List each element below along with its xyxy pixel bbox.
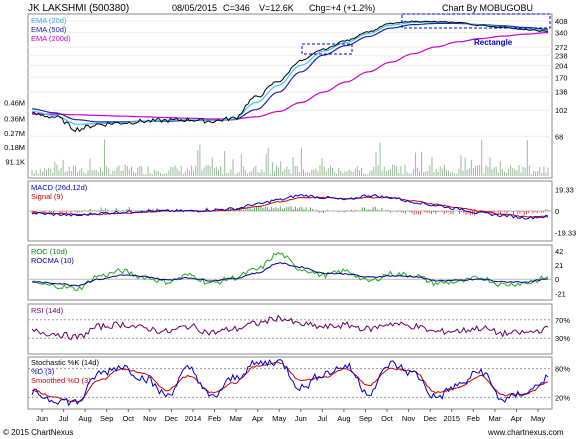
- stock-chart: JK LAKSHMI (500380) 08/05/2015 C=346 V=1…: [0, 0, 584, 439]
- stochastic-panel: Stochastic %K (14d) %D (3) Smoothed %D (…: [27, 356, 570, 410]
- x-tick-label: Nov: [402, 414, 416, 423]
- volume-y-tick: 0.27M: [4, 129, 25, 138]
- price-y-tick: 170: [555, 73, 568, 82]
- x-tick-label: Feb: [467, 414, 480, 423]
- roc-panel-frame: [27, 244, 553, 301]
- roc-y-tick: 42: [555, 247, 563, 256]
- volume-y-tick: 0.18M: [4, 143, 25, 152]
- legend-stoch-k: Stochastic %K (14d): [31, 358, 99, 367]
- x-tick-label: Sep: [100, 414, 113, 423]
- rsi-y-tick: 30%: [555, 334, 570, 343]
- x-tick-label: Dec: [165, 414, 179, 423]
- price-y-tick: 68: [555, 132, 563, 141]
- legend-macd: MACD (26d,12d): [31, 183, 88, 192]
- x-tick-label: Sep: [359, 414, 372, 423]
- price-y-tick: 340: [555, 29, 568, 38]
- legend-stoch-smoothed: Smoothed %D (3): [31, 376, 91, 385]
- x-tick-label: Dec: [424, 414, 438, 423]
- price-y-tick: 204: [555, 62, 568, 71]
- rsi-panel: RSI (14d) 70% 30%: [27, 303, 570, 355]
- rsi-y-tick: 70%: [555, 316, 570, 325]
- roc-panel: ROC (10d) ROCMA (10) 42 21 0 -21: [27, 244, 566, 301]
- x-tick-label: Nov: [143, 414, 157, 423]
- author-label: Chart By MOBUGOBU: [442, 3, 533, 13]
- price-y-tick: 408: [555, 17, 568, 26]
- stoch-y-tick: 80%: [555, 365, 570, 374]
- legend-ema50: EMA (50d): [31, 25, 67, 34]
- roc-y-tick: 0: [555, 275, 559, 284]
- date-label: 08/05/2015: [172, 3, 217, 13]
- symbol-title: JK LAKSHMI (500380): [28, 3, 129, 14]
- x-tick-label: 2014: [185, 414, 202, 423]
- macd-panel: MACD (26d,12d) Signal (9) 19.33 0 -19.33: [27, 180, 576, 242]
- x-tick-label: Jul: [318, 414, 328, 423]
- price-panel: EMA (20d) EMA (50d) EMA (200d) Rectangle…: [4, 13, 568, 179]
- stoch-y-tick: 20%: [555, 393, 570, 402]
- x-tick-label: Apr: [511, 414, 523, 423]
- x-tick-label: Apr: [252, 414, 264, 423]
- chart-header: JK LAKSHMI (500380) 08/05/2015 C=346 V=1…: [28, 3, 533, 14]
- change-label: Chg=+4 (+1.2%): [309, 3, 375, 13]
- price-legend: EMA (20d) EMA (50d) EMA (200d): [31, 16, 71, 43]
- x-tick-label: May: [531, 414, 545, 423]
- volume-y-tick: 91.1K: [5, 157, 25, 166]
- x-tick-label: Mar: [488, 414, 501, 423]
- x-tick-label: Oct: [381, 414, 394, 423]
- x-tick-label: Mar: [230, 414, 243, 423]
- price-y-tick: 102: [555, 106, 568, 115]
- volume-y-tick: 0.36M: [4, 114, 25, 123]
- rectangle-annotation: Rectangle: [474, 38, 513, 47]
- close-label: C=346: [223, 3, 250, 13]
- volume-label: V=12.6K: [259, 3, 294, 13]
- x-tick-label: Jun: [295, 414, 307, 423]
- legend-signal: Signal (9): [31, 192, 64, 201]
- x-tick-label: Aug: [337, 414, 350, 423]
- roc-y-tick: -21: [555, 289, 566, 298]
- volume-y-tick: 0.46M: [4, 98, 25, 107]
- legend-ema200: EMA (200d): [31, 34, 71, 43]
- price-y-tick: 238: [555, 52, 568, 61]
- x-tick-label: Jun: [36, 414, 48, 423]
- x-tick-label: Aug: [78, 414, 91, 423]
- legend-roc: ROC (10d): [31, 247, 68, 256]
- x-tick-label: May: [272, 414, 286, 423]
- x-tick-label: Feb: [208, 414, 221, 423]
- copyright-label: © 2015 ChartNexus: [3, 428, 73, 437]
- website-label: www.chartnexus.com: [487, 428, 564, 437]
- roc-y-tick: 21: [555, 261, 563, 270]
- stochastic-panel-frame: [27, 356, 553, 410]
- x-tick-label: 2015: [443, 414, 460, 423]
- price-y-tick: 136: [555, 88, 568, 97]
- x-tick-label: Oct: [122, 414, 135, 423]
- macd-y-tick: 19.33: [555, 185, 574, 194]
- legend-stoch-d: %D (3): [31, 367, 55, 376]
- legend-rsi: RSI (14d): [31, 306, 64, 315]
- x-tick-label: Jul: [59, 414, 69, 423]
- legend-rocma: ROCMA (10): [31, 256, 74, 265]
- macd-y-tick: -19.33: [555, 229, 576, 238]
- macd-y-tick: 0: [555, 207, 559, 216]
- legend-ema20: EMA (20d): [31, 16, 67, 25]
